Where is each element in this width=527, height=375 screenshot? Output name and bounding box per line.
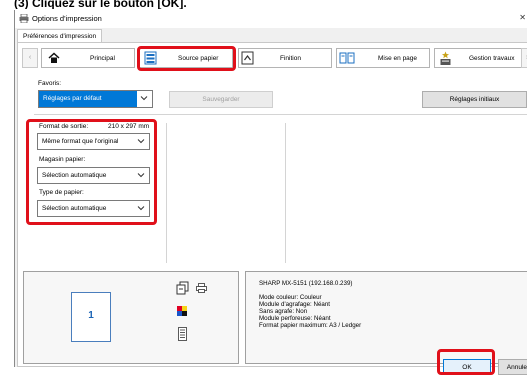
nav-job-handling-button[interactable]: Gestion travaux (434, 48, 527, 68)
nav-layout-label: Mise en page (378, 55, 418, 62)
tab-print-preferences[interactable]: Préférences d'impression (17, 29, 103, 43)
nav-finishing-label: Finition (280, 55, 301, 62)
top-separator (34, 114, 527, 115)
printer-output-icon (196, 283, 207, 293)
favorites-label: Favoris: (38, 80, 62, 87)
tab-strip: Préférences d'impression (15, 28, 527, 43)
printer-name: SHARP MX-5151 (192.168.0.239) (259, 280, 353, 287)
save-favorites-button[interactable]: Sauvegarder (169, 91, 273, 108)
category-navbar: ‹ Principal Source papier Finition Mise … (22, 46, 527, 71)
paper-stack-icon (178, 327, 187, 341)
chevron-down-icon (140, 96, 148, 101)
nav-next-button[interactable]: › (521, 48, 527, 68)
nav-finishing-button[interactable]: Finition (238, 48, 332, 68)
nav-main-button[interactable]: Principal (41, 48, 135, 68)
printer-info-line: Format papier maximum: A3 / Ledger (259, 322, 362, 329)
column-separator-2 (285, 123, 286, 263)
print-options-dialog: Options d'impression ✕ Préférences d'imp… (14, 10, 527, 375)
nav-layout-button[interactable]: Mise en page (336, 48, 430, 68)
page-number: 1 (88, 310, 94, 321)
finishing-icon (241, 51, 254, 65)
window-title: Options d'impression (32, 14, 102, 23)
highlight-ok-button (437, 349, 495, 375)
settings-panel: ‹ Principal Source papier Finition Mise … (17, 42, 527, 367)
printer-icon (19, 14, 29, 23)
favorites-select[interactable]: Réglages par défaut (38, 90, 153, 108)
instruction-text: (3) Cliquez sur le bouton [OK]. (14, 0, 187, 9)
page-preview: 1 (71, 292, 111, 342)
color-mode-icon (177, 306, 187, 316)
nav-prev-button[interactable]: ‹ (22, 48, 38, 68)
favorites-value: Réglages par défaut (43, 95, 102, 102)
print-preview-area: 1 (23, 271, 239, 364)
nav-main-label: Principal (90, 55, 115, 62)
job-handling-icon (440, 51, 451, 65)
highlight-paper-source (137, 46, 236, 71)
copies-icon (176, 281, 189, 295)
instruction-heading: (3) Cliquez sur le bouton [OK]. (0, 0, 527, 9)
cancel-button[interactable]: Annuler (498, 359, 527, 375)
layout-icon (339, 52, 355, 64)
column-separator-1 (166, 123, 167, 263)
nav-job-handling-label: Gestion travaux (469, 55, 515, 62)
close-button[interactable]: ✕ (519, 13, 526, 22)
title-bar: Options d'impression ✕ (15, 10, 527, 28)
home-icon (48, 52, 60, 63)
highlight-paper-settings (26, 119, 157, 225)
default-settings-button[interactable]: Réglages initiaux (422, 91, 527, 108)
